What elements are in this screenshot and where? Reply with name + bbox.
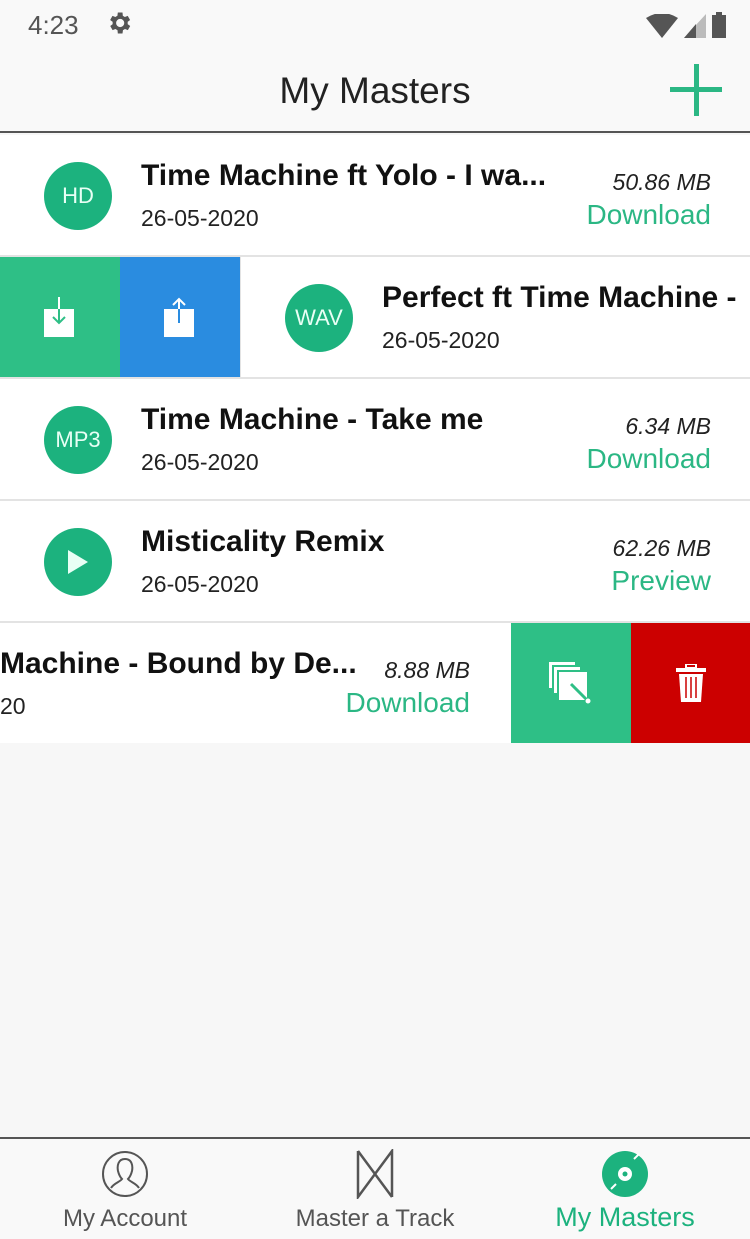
track-title: Time Machine - Take me — [141, 403, 484, 436]
share-icon — [164, 297, 194, 337]
disc-icon — [602, 1151, 648, 1197]
track-row[interactable]: Misticality Remix 26-05-2020 62.26 MB Pr… — [0, 501, 750, 623]
track-size: 6.34 MB — [625, 413, 711, 439]
battery-icon — [712, 12, 726, 38]
tracks-list: HD Time Machine ft Yolo - I wa... 26-05-… — [0, 135, 750, 745]
track-size: 50.86 MB — [612, 169, 711, 195]
nav-label: My Account — [62, 1205, 188, 1232]
track-row[interactable]: HD Time Machine ft Yolo - I wa... 26-05-… — [0, 135, 750, 257]
track-title: Machine - Bound by De... — [0, 647, 357, 680]
format-badge: WAV — [285, 284, 353, 352]
track-title: Perfect ft Time Machine - — [382, 281, 737, 314]
track-row[interactable]: MP3 Time Machine - Take me 26-05-2020 6.… — [0, 379, 750, 501]
master-logo-icon — [356, 1149, 394, 1199]
download-button[interactable] — [0, 257, 120, 377]
empty-area — [0, 745, 750, 1138]
download-link[interactable]: Download — [586, 199, 711, 231]
track-date: 20 — [0, 693, 26, 719]
signal-icon — [684, 14, 706, 38]
download-link[interactable]: Download — [586, 443, 711, 475]
track-title: Time Machine ft Yolo - I wa... — [141, 159, 547, 192]
nav-label: My Masters — [555, 1202, 695, 1232]
track-row[interactable]: WAV Perfect ft Time Machine - 26-05-2020 — [0, 257, 750, 379]
bottom-nav: My Account Master a Track My Masters — [0, 1137, 750, 1239]
track-date: 26-05-2020 — [382, 327, 500, 353]
wifi-icon — [646, 14, 678, 38]
add-button[interactable] — [668, 62, 724, 118]
preview-link[interactable]: Preview — [611, 565, 711, 597]
rename-button[interactable] — [511, 623, 631, 743]
status-time: 4:23 — [28, 10, 79, 40]
format-badge: MP3 — [44, 406, 112, 474]
nav-my-masters[interactable]: My Masters — [500, 1139, 750, 1239]
play-button[interactable] — [44, 528, 112, 596]
play-icon — [68, 550, 88, 574]
track-date: 26-05-2020 — [141, 571, 259, 597]
app-header: My Masters — [0, 50, 750, 133]
track-title: Misticality Remix — [141, 525, 385, 558]
user-icon — [102, 1151, 148, 1197]
gear-icon — [110, 12, 131, 34]
track-date: 26-05-2020 — [141, 205, 259, 231]
share-button[interactable] — [120, 257, 240, 377]
track-row[interactable]: Machine - Bound by De... 20 8.88 MB Down… — [0, 623, 750, 745]
download-icon — [44, 297, 74, 337]
page-title: My Masters — [279, 70, 471, 111]
format-badge: HD — [44, 162, 112, 230]
delete-button[interactable] — [631, 623, 750, 743]
track-size: 62.26 MB — [612, 535, 711, 561]
track-date: 26-05-2020 — [141, 449, 259, 475]
download-link[interactable]: Download — [345, 687, 470, 719]
nav-my-account[interactable]: My Account — [0, 1139, 250, 1239]
status-bar: 4:23 — [0, 0, 750, 50]
copy-edit-icon — [549, 662, 591, 704]
track-size: 8.88 MB — [384, 657, 470, 683]
plus-icon — [670, 64, 722, 116]
trash-icon — [676, 664, 706, 702]
nav-label: Master a Track — [295, 1205, 455, 1232]
nav-master-a-track[interactable]: Master a Track — [250, 1139, 500, 1239]
